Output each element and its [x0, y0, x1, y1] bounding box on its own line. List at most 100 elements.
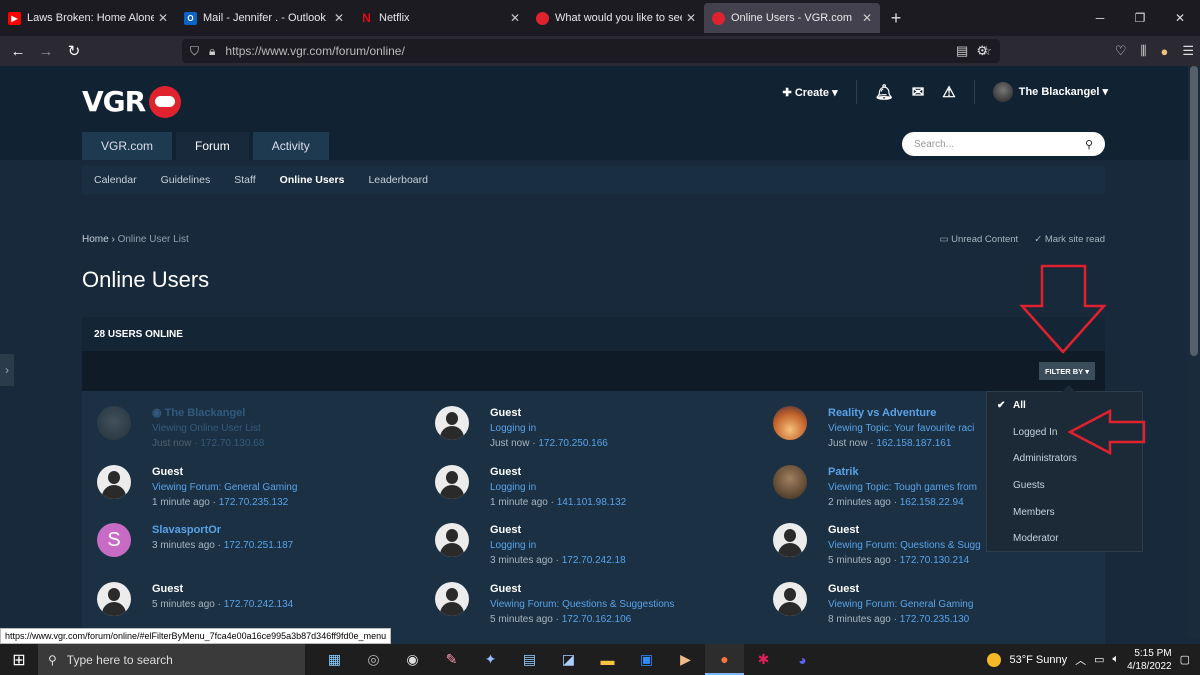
close-icon[interactable]: ✕: [334, 11, 344, 25]
browser-tab[interactable]: What would you like to see add ✕: [528, 0, 704, 36]
forward-icon[interactable]: →: [32, 43, 60, 60]
ip-address[interactable]: 172.70.242.134: [224, 599, 294, 610]
close-icon[interactable]: ✕: [158, 11, 168, 25]
filter-option-guests[interactable]: Guests: [987, 472, 1142, 499]
pocket-icon[interactable]: ♡: [1115, 43, 1127, 59]
side-panel-handle[interactable]: ›: [0, 354, 14, 386]
media-player-icon[interactable]: ▶: [666, 644, 705, 675]
close-window-icon[interactable]: ✕: [1160, 0, 1200, 36]
firefox-icon[interactable]: ●: [705, 644, 744, 675]
user-activity[interactable]: Logging in: [490, 421, 608, 436]
reader-view-icon[interactable]: ▤: [956, 43, 968, 59]
back-icon[interactable]: ←: [4, 43, 32, 60]
library-icon[interactable]: ⫼: [1141, 43, 1147, 59]
discord-icon[interactable]: ◕: [783, 644, 822, 675]
breadcrumb-home[interactable]: Home: [82, 234, 109, 245]
bird-app-icon[interactable]: ✦: [471, 644, 510, 675]
filter-option-administrators[interactable]: Administrators: [987, 445, 1142, 472]
warning-icon[interactable]: ⚠: [942, 83, 955, 101]
user-name[interactable]: ◉ The Blackangel: [152, 406, 264, 421]
minimize-icon[interactable]: ─: [1080, 0, 1120, 36]
user-name[interactable]: SlavasportOr: [152, 523, 293, 538]
clock[interactable]: 5:15 PM 4/18/2022: [1127, 647, 1172, 673]
user-activity[interactable]: Viewing Forum: General Gaming: [828, 597, 973, 612]
user-menu[interactable]: The Blackangel ▾: [992, 82, 1108, 102]
search-input[interactable]: Search... ⚲: [902, 132, 1105, 156]
ip-address[interactable]: 172.70.251.187: [224, 540, 294, 551]
ip-address[interactable]: 162.158.187.161: [876, 438, 951, 449]
ip-address[interactable]: 172.70.250.166: [538, 438, 608, 449]
steam-icon[interactable]: ◎: [354, 644, 393, 675]
ip-address[interactable]: 172.70.235.130: [900, 614, 970, 625]
browser-tab[interactable]: N Netflix ✕: [352, 0, 528, 36]
bell-icon[interactable]: 🔔︎: [875, 83, 894, 101]
browser-tab-active[interactable]: Online Users - VGR.com ✕: [704, 3, 880, 33]
ip-address[interactable]: 172.70.235.132: [219, 497, 289, 508]
avatar[interactable]: S: [97, 523, 131, 557]
address-bar[interactable]: ⛉ 🔒︎ https://www.vgr.com/forum/online/ ▤…: [182, 39, 1000, 63]
create-button[interactable]: ✚ Create ▾: [783, 86, 838, 99]
ip-address[interactable]: 172.70.130.214: [900, 555, 970, 566]
slack-icon[interactable]: ✱: [744, 644, 783, 675]
ip-address[interactable]: 162.158.22.94: [900, 497, 964, 508]
subnav-staff[interactable]: Staff: [232, 174, 267, 186]
new-tab-button[interactable]: +: [880, 0, 912, 36]
user-activity[interactable]: Logging in: [490, 480, 626, 495]
network-icon[interactable]: ▭: [1094, 653, 1104, 666]
filter-by-button[interactable]: FILTER BY ▾: [1038, 362, 1095, 380]
filter-option-logged-in[interactable]: Logged In: [987, 419, 1142, 446]
restore-icon[interactable]: ❐: [1120, 0, 1160, 36]
browser-tab[interactable]: O Mail - Jennifer . - Outlook ✕: [176, 0, 352, 36]
user-activity[interactable]: Logging in: [490, 538, 626, 553]
obs-icon[interactable]: ◉: [393, 644, 432, 675]
file-explorer-icon[interactable]: ▬: [588, 644, 627, 675]
avatar[interactable]: [773, 406, 807, 440]
mark-site-read-link[interactable]: ✓ Mark site read: [1034, 234, 1105, 245]
unread-content-link[interactable]: ▭ Unread Content: [940, 234, 1019, 245]
chevron-up-icon[interactable]: ︿: [1075, 652, 1086, 668]
user-name[interactable]: Patrik: [828, 465, 977, 480]
tab-forum[interactable]: Forum: [176, 132, 249, 160]
subnav-leaderboard[interactable]: Leaderboard: [366, 174, 440, 186]
user-activity[interactable]: Viewing Forum: Questions & Sugg: [828, 538, 981, 553]
user-activity[interactable]: Viewing Topic: Tough games from: [828, 480, 977, 495]
avatar[interactable]: [97, 406, 131, 440]
menu-icon[interactable]: ☰: [1182, 43, 1194, 59]
volume-icon[interactable]: 🔈︎: [1112, 653, 1119, 666]
taskbar-search[interactable]: ⚲ Type here to search: [38, 644, 305, 675]
site-logo[interactable]: VGR: [82, 85, 182, 118]
scrollbar-thumb[interactable]: [1190, 66, 1198, 356]
envelope-icon[interactable]: ✉: [912, 83, 925, 101]
user-activity[interactable]: Viewing Forum: General Gaming: [152, 480, 297, 495]
scrollbar[interactable]: [1188, 66, 1200, 638]
gear-icon[interactable]: ⚙: [976, 43, 988, 59]
notepad-icon[interactable]: ▤: [510, 644, 549, 675]
close-icon[interactable]: ✕: [510, 11, 520, 25]
windows-start-icon[interactable]: ⊞: [0, 650, 38, 670]
user-activity[interactable]: Viewing Online User List: [152, 421, 264, 436]
paint-icon[interactable]: ✎: [432, 644, 471, 675]
ip-address[interactable]: 172.70.162.106: [562, 614, 632, 625]
weather-text[interactable]: 53°F Sunny: [1009, 654, 1067, 666]
zoom-icon[interactable]: ▣: [627, 644, 666, 675]
subnav-calendar[interactable]: Calendar: [92, 174, 149, 186]
tab-vgr[interactable]: VGR.com: [82, 132, 173, 160]
browser-tab[interactable]: ▶ Laws Broken: Home Alone - You ✕: [0, 0, 176, 36]
search-icon[interactable]: ⚲: [1085, 138, 1093, 151]
ip-address[interactable]: 172.70.130.68: [200, 438, 264, 449]
filter-option-members[interactable]: Members: [987, 499, 1142, 526]
close-icon[interactable]: ✕: [862, 11, 872, 25]
sticky-icon[interactable]: ◪: [549, 644, 588, 675]
filter-option-all[interactable]: All: [987, 392, 1142, 419]
filter-option-moderator[interactable]: Moderator: [987, 525, 1142, 552]
tab-activity[interactable]: Activity: [252, 132, 329, 160]
subnav-online-users[interactable]: Online Users: [278, 174, 357, 186]
user-activity[interactable]: Viewing Forum: Questions & Suggestions: [490, 597, 674, 612]
notifications-icon[interactable]: ▢: [1180, 653, 1190, 666]
task-view-icon[interactable]: ▦: [315, 644, 354, 675]
user-activity[interactable]: Viewing Topic: Your favourite raci: [828, 421, 974, 436]
ip-address[interactable]: 141.101.98.132: [557, 497, 627, 508]
extension-icon[interactable]: ●: [1160, 44, 1168, 59]
avatar[interactable]: [773, 465, 807, 499]
user-name[interactable]: Reality vs Adventure: [828, 406, 974, 421]
